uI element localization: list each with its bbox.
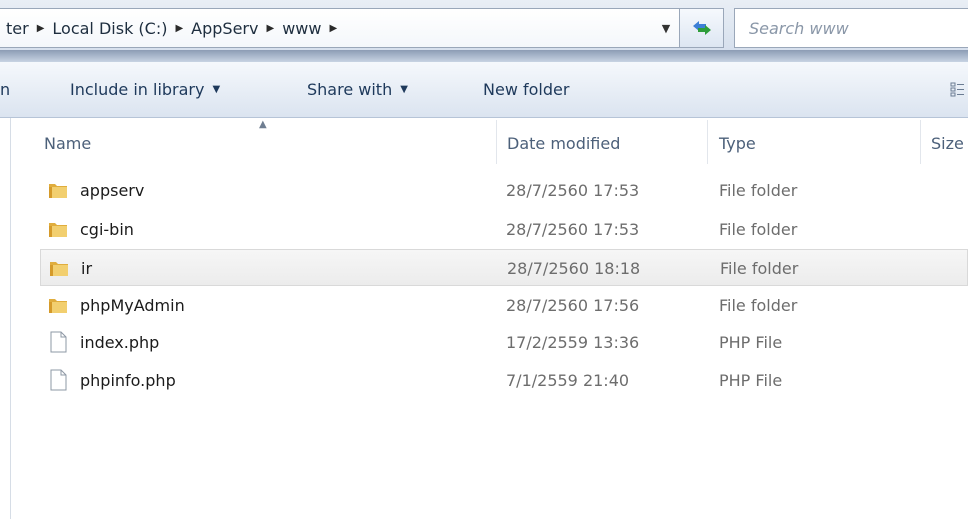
breadcrumb-item-www[interactable]: www — [278, 19, 325, 38]
file-type: File folder — [719, 296, 798, 315]
file-name: phpinfo.php — [80, 371, 176, 390]
sort-ascending-icon: ▲ — [259, 119, 267, 130]
share-with-label: Share with — [307, 80, 393, 99]
organize-label: n — [0, 80, 11, 99]
column-header-date-modified[interactable]: Date modified — [507, 130, 620, 156]
search-input[interactable]: Search www — [734, 8, 968, 48]
chevron-down-icon: ▼ — [400, 84, 408, 95]
include-in-library-label: Include in library — [70, 80, 205, 99]
file-date: 28/7/2560 17:56 — [506, 296, 640, 315]
chevron-right-icon[interactable]: ▶ — [33, 23, 49, 34]
include-in-library-button[interactable]: Include in library ▼ — [70, 62, 220, 117]
address-bar-shadow — [0, 50, 968, 62]
file-date: 28/7/2560 18:18 — [507, 259, 641, 278]
new-folder-label: New folder — [483, 80, 570, 99]
folder-icon — [50, 262, 68, 276]
command-bar: n Include in library ▼ Share with ▼ New … — [0, 62, 968, 118]
view-options-icon[interactable] — [950, 82, 964, 98]
share-with-button[interactable]: Share with ▼ — [307, 62, 408, 117]
pane-divider — [10, 118, 11, 519]
chevron-right-icon[interactable]: ▶ — [325, 23, 341, 34]
file-row[interactable]: index.php 17/2/2559 13:36 PHP File — [40, 324, 968, 361]
file-date: 28/7/2560 17:53 — [506, 181, 640, 200]
organize-button[interactable]: n — [0, 62, 10, 117]
file-row[interactable]: appserv 28/7/2560 17:53 File folder — [40, 172, 968, 209]
file-icon — [50, 369, 67, 391]
folder-icon — [49, 184, 67, 198]
breadcrumb: ter ▶ Local Disk (C:) ▶ AppServ ▶ www ▶ — [0, 19, 653, 38]
new-folder-button[interactable]: New folder — [483, 62, 569, 117]
file-type: PHP File — [719, 333, 783, 352]
column-divider[interactable] — [707, 120, 708, 164]
chevron-right-icon[interactable]: ▶ — [262, 23, 278, 34]
file-type: PHP File — [719, 371, 783, 390]
chevron-down-icon: ▼ — [212, 84, 221, 95]
chevron-right-icon[interactable]: ▶ — [171, 23, 187, 34]
file-name: index.php — [80, 333, 160, 352]
file-name: phpMyAdmin — [80, 296, 185, 315]
file-row[interactable]: cgi-bin 28/7/2560 17:53 File folder — [40, 211, 968, 248]
address-bar[interactable]: ter ▶ Local Disk (C:) ▶ AppServ ▶ www ▶ … — [0, 8, 680, 48]
column-header-name[interactable]: Name — [44, 130, 91, 156]
file-type: File folder — [719, 181, 798, 200]
refresh-icon — [692, 21, 711, 35]
breadcrumb-item-local-disk[interactable]: Local Disk (C:) — [48, 19, 171, 38]
column-divider[interactable] — [920, 120, 921, 164]
file-icon — [50, 331, 67, 353]
file-row[interactable]: phpinfo.php 7/1/2559 21:40 PHP File — [40, 362, 968, 399]
folder-icon — [49, 223, 67, 237]
column-divider[interactable] — [496, 120, 497, 164]
column-header-size[interactable]: Size — [931, 130, 964, 156]
breadcrumb-item-appserv[interactable]: AppServ — [187, 19, 262, 38]
refresh-button[interactable] — [680, 8, 724, 48]
file-name: cgi-bin — [80, 220, 134, 239]
column-header-type[interactable]: Type — [719, 130, 756, 156]
address-history-dropdown[interactable]: ▼ — [653, 9, 679, 47]
file-date: 17/2/2559 13:36 — [506, 333, 640, 352]
file-row-selected[interactable]: ir 28/7/2560 18:18 File folder — [40, 249, 968, 286]
file-name: ir — [81, 259, 93, 278]
file-date: 28/7/2560 17:53 — [506, 220, 640, 239]
file-type: File folder — [720, 259, 799, 278]
breadcrumb-item-computer[interactable]: ter — [2, 19, 33, 38]
file-type: File folder — [719, 220, 798, 239]
file-row[interactable]: phpMyAdmin 28/7/2560 17:56 File folder — [40, 287, 968, 324]
folder-icon — [49, 299, 67, 313]
file-date: 7/1/2559 21:40 — [506, 371, 630, 390]
file-name: appserv — [80, 181, 145, 200]
